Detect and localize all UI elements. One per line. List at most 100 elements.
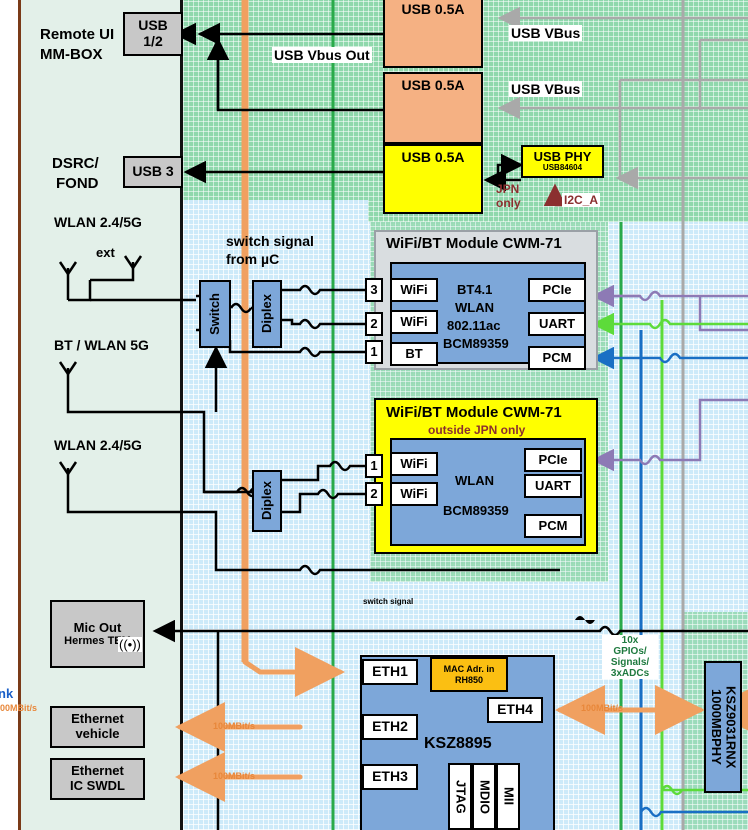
switch-signal-note-line1: switch signal (226, 233, 314, 249)
usb-phy-block[interactable]: USB PHY USB84604 (521, 145, 604, 178)
usb-power-block-3[interactable]: USB 0.5A (383, 144, 483, 214)
chip1-line-bt41: BT4.1 (457, 282, 493, 297)
usb-vbus-out-label: USB Vbus Out (272, 47, 372, 63)
usb-power-2-label: USB 0.5A (401, 77, 465, 93)
speed-label-eth3: 100MBit/s (213, 771, 256, 781)
wifi-module-secondary-pin-2: 2 (365, 482, 383, 506)
iface-pcie-2: PCIe (524, 448, 582, 472)
radio-wifi-2a-label: WiFi (400, 455, 428, 471)
mic-out-block[interactable]: Mic Out Hermes TEM (50, 600, 145, 668)
diplex-upper-label: Diplex (258, 294, 274, 334)
gpio-note-l3: Signals/ (610, 657, 650, 668)
mac-address-note: MAC Adr. in RH850 (430, 657, 508, 692)
switch-signal-note-line2: from µC (226, 251, 280, 267)
usb-port-3[interactable]: USB 3 (123, 156, 183, 188)
iface-uart-2: UART (524, 474, 582, 498)
diplex-lower-block[interactable]: Diplex (252, 470, 282, 532)
antenna-label-wlan-top: WLAN 2.4/5G (54, 214, 142, 230)
eth-vehicle-line2: vehicle (75, 726, 120, 741)
usb-port-1-2-line2: 1/2 (143, 33, 163, 49)
iface-uart-1: UART (528, 312, 586, 336)
chip1-line-bcm: BCM89359 (443, 336, 509, 351)
iface-uart-2-label: UART (534, 477, 572, 493)
port-eth2-label: ETH2 (372, 718, 408, 735)
debug-mii: MII (496, 763, 520, 830)
wifi-module-secondary-title: WiFi/BT Module CWM-71 (386, 404, 562, 421)
eth-swdl-line2: IC SWDL (70, 778, 125, 793)
port-eth4-label: ETH4 (497, 701, 533, 718)
rf-switch-label: Switch (206, 293, 222, 335)
debug-mdio: MDIO (472, 763, 496, 830)
ethernet-switch-part: KSZ8895 (424, 735, 492, 752)
usb-port-1-2[interactable]: USB 1/2 (123, 12, 183, 56)
diplex-lower-label: Diplex (258, 481, 274, 521)
debug-mdio-label: MDIO (477, 779, 493, 814)
usb-port-1-2-line1: USB (138, 17, 168, 34)
switch-signal-small-label: switch signal (363, 597, 414, 606)
i2c-a-label: I2C_A (562, 193, 601, 207)
radio-bt-1: BT (390, 342, 438, 366)
chip1-line-80211ac: 802.11ac (447, 318, 501, 333)
chip2-line-wlan: WLAN (455, 473, 494, 488)
usb-vbus-label-1: USB VBus (509, 25, 583, 41)
group-label-remote-ui: Remote UI (40, 26, 115, 43)
port-eth1: ETH1 (362, 659, 418, 685)
ethernet-vehicle-block[interactable]: Ethernet vehicle (50, 706, 145, 748)
gpio-note: 10x GPIOs/ Signals/ 3xADCs (602, 635, 658, 679)
antenna-label-bt-wlan5g: BT / WLAN 5G (54, 337, 149, 353)
diplex-upper-block[interactable]: Diplex (252, 280, 282, 348)
usb-phy-part: USB84604 (542, 163, 583, 173)
debug-jtag: JTAG (448, 763, 472, 830)
antenna-label-ext: ext (96, 245, 115, 260)
radio-wifi-1a: WiFi (390, 278, 438, 302)
wifi-module-secondary-pin-1: 1 (365, 454, 383, 478)
gpio-note-l1: 10x (621, 635, 639, 646)
usb-phy-title: USB PHY (533, 148, 592, 164)
usb-power-block-1[interactable]: USB 0.5A (383, 0, 483, 68)
radio-wifi-2a: WiFi (390, 452, 438, 476)
wifi-module-primary-pin-1: 1 (365, 340, 383, 364)
group-label-fond: FOND (56, 175, 99, 192)
pin2-2-label: 2 (370, 485, 378, 501)
debug-mii-label: MII (501, 787, 517, 806)
rf-switch-block[interactable]: Switch (199, 280, 231, 348)
usb-vbus-label-2: USB VBus (509, 81, 583, 97)
pin-3-label: 3 (370, 281, 378, 297)
usb-power-1-label: USB 0.5A (401, 1, 465, 17)
speaker-icon: ((•)) (118, 637, 142, 652)
iface-pcm-1-label: PCM (542, 349, 572, 365)
jpn-only-line2: only (496, 196, 521, 210)
mac-note-line1: MAC Adr. in (443, 664, 495, 675)
usb-power-block-2[interactable]: USB 0.5A (383, 72, 483, 144)
wifi-module-secondary-subtitle: outside JPN only (428, 423, 526, 437)
iface-pcie-2-label: PCIe (538, 451, 568, 467)
iface-uart-1-label: UART (538, 315, 576, 331)
port-eth2: ETH2 (362, 714, 418, 740)
gigabit-phy-block[interactable]: 1000MBPHY KSZ9031RNX (704, 661, 742, 793)
group-label-dsrc: DSRC/ (52, 155, 99, 172)
gpio-note-l2: GPIOs/ (613, 646, 647, 657)
jpn-only-line1: JPN (496, 182, 520, 196)
wifi-module-primary-pin-3: 3 (365, 278, 383, 302)
iface-pcm-2-label: PCM (538, 517, 568, 533)
port-eth1-label: ETH1 (372, 663, 408, 680)
eth-swdl-line1: Ethernet (71, 763, 124, 779)
speed-label-phy: 100MBit/s (0, 703, 38, 713)
wifi-module-primary-pin-2: 2 (365, 312, 383, 336)
ethernet-ic-swdl-block[interactable]: Ethernet IC SWDL (50, 758, 145, 800)
radio-bt-1-label: BT (405, 345, 423, 361)
usb-port-3-label: USB 3 (132, 163, 174, 180)
usb-power-3-label: USB 0.5A (401, 149, 465, 165)
port-eth4: ETH4 (487, 697, 543, 723)
gigabit-phy-line2: KSZ9031RNX (723, 685, 739, 769)
pin-2-label: 2 (370, 315, 378, 331)
speed-label-eth2: 100MBit/s (213, 721, 256, 731)
radio-wifi-2b-label: WiFi (400, 485, 428, 501)
iface-pcm-2: PCM (524, 514, 582, 538)
speed-label-eth4: 100MBit/s (581, 703, 624, 713)
port-eth3-label: ETH3 (372, 768, 408, 785)
mic-out-line1: Mic Out (73, 619, 122, 635)
diagram-canvas: Remote UI MM-BOX DSRC/ FOND WLAN 2.4/5G … (0, 0, 748, 830)
radio-wifi-1b-label: WiFi (400, 313, 428, 329)
gpio-note-l4: 3xADCs (610, 668, 650, 679)
